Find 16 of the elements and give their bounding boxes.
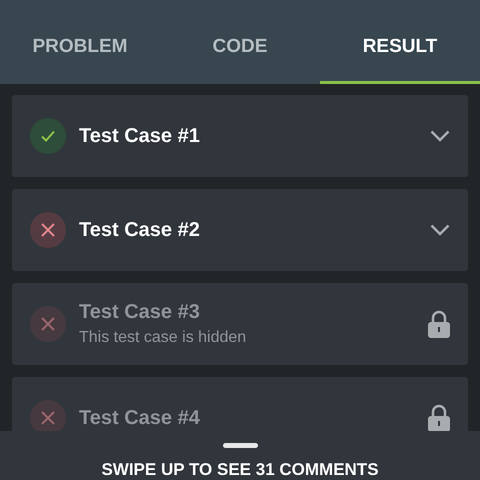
bottom-sheet[interactable]: SWIPE UP TO SEE 31 COMMENTS xyxy=(0,431,480,480)
drag-handle[interactable] xyxy=(222,443,258,448)
chevron-down-icon[interactable] xyxy=(430,224,450,236)
tab[interactable]: CODE xyxy=(160,0,320,84)
tab[interactable]: RESULT xyxy=(320,0,480,84)
test-case-title: Test Case #4 xyxy=(79,406,201,430)
test-case-title: Test Case #1 xyxy=(79,124,201,148)
test-case-card[interactable]: Test Case #2 xyxy=(12,189,468,271)
test-case-title: Test Case #3 xyxy=(79,301,201,324)
tab[interactable]: PROBLEM xyxy=(0,0,160,84)
chevron-down-icon[interactable] xyxy=(430,130,450,142)
test-case-note: This test case is hidden xyxy=(79,329,248,347)
test-case-title: Test Case #2 xyxy=(79,218,201,242)
test-case-card[interactable]: Test Case #3 This test case is hidden xyxy=(12,283,468,365)
comments-prompt: SWIPE UP TO SEE 31 COMMENTS xyxy=(101,460,379,480)
test-case-card[interactable]: Test Case #1 xyxy=(12,95,468,177)
